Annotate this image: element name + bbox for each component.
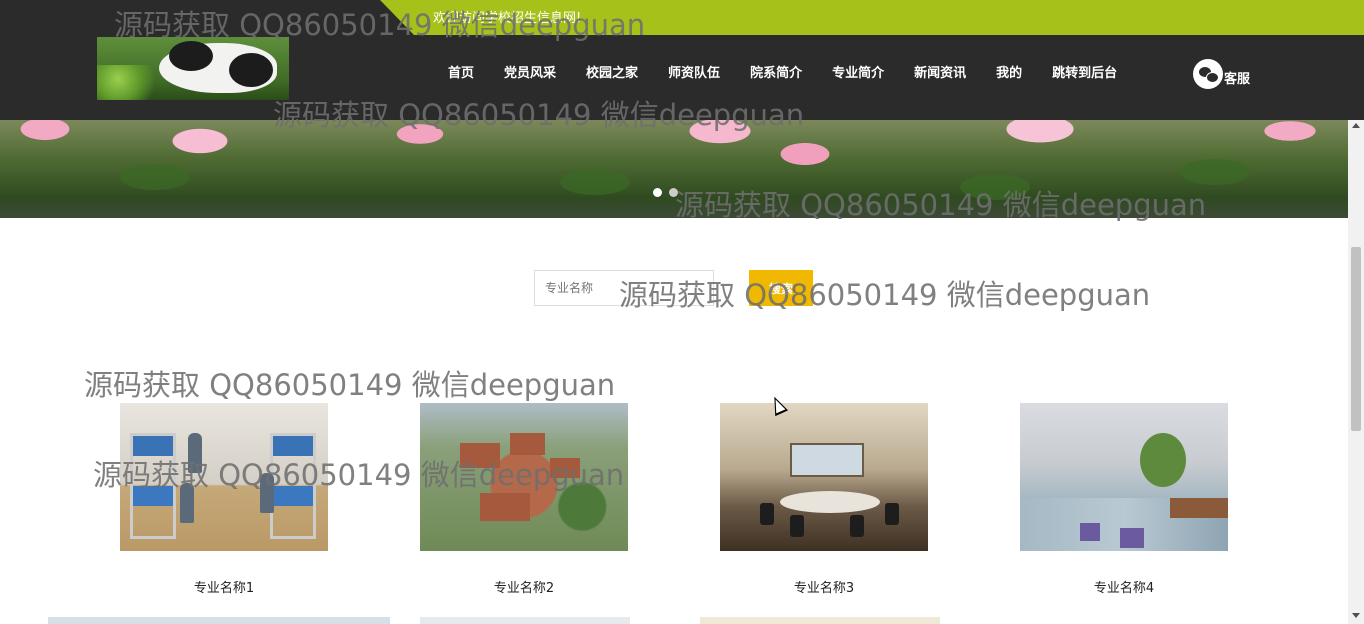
major-card-2[interactable]: 专业名称2: [420, 403, 628, 596]
major-image-3[interactable]: [720, 403, 928, 551]
carousel-dots: [653, 188, 685, 197]
major-search-input[interactable]: [534, 270, 714, 306]
nav-item-party-members[interactable]: 党员风采: [504, 62, 556, 81]
logo-panda-patch: [229, 53, 273, 87]
customer-service-label: 客服: [1224, 72, 1251, 87]
watermark-text: 源码获取 QQ86050149 微信deepguan: [84, 368, 616, 402]
major-title-1[interactable]: 专业名称1: [120, 577, 328, 596]
banner-carousel[interactable]: [0, 119, 1348, 218]
nav-item-departments[interactable]: 院系简介: [750, 62, 802, 81]
banner-leaf: [120, 164, 190, 190]
major-title-2[interactable]: 专业名称2: [420, 577, 628, 596]
main-nav: 首页 党员风采 校园之家 师资队伍 院系简介 专业简介 新闻资讯 我的 跳转到后…: [448, 62, 1147, 81]
carousel-dot-2[interactable]: [669, 188, 678, 197]
nav-item-mine[interactable]: 我的: [996, 62, 1022, 81]
logo-leaves: [97, 65, 167, 100]
major-image-4[interactable]: [1020, 403, 1228, 551]
banner-leaf: [560, 169, 630, 195]
major-title-4[interactable]: 专业名称4: [1020, 577, 1228, 596]
banner-leaf: [960, 174, 1030, 200]
nav-item-admin[interactable]: 跳转到后台: [1052, 62, 1117, 81]
nav-item-home[interactable]: 首页: [448, 62, 474, 81]
major-card-1[interactable]: 专业名称1: [120, 403, 328, 596]
page-scrollbar[interactable]: [1348, 119, 1364, 624]
nav-item-campus[interactable]: 校园之家: [586, 62, 638, 81]
panda-logo-icon[interactable]: [97, 37, 289, 100]
scroll-thumb[interactable]: [1351, 247, 1361, 431]
header-bar: 欢迎访问学校招生信息网! 首页 党员风采 校园之家 师资队伍 院系简介 专业简介…: [0, 0, 1364, 120]
welcome-text: 欢迎访问学校招生信息网!: [433, 11, 582, 26]
major-image-1[interactable]: [120, 403, 328, 551]
nav-item-majors[interactable]: 专业简介: [832, 62, 884, 81]
carousel-dot-1[interactable]: [653, 188, 662, 197]
nav-item-news[interactable]: 新闻资讯: [914, 62, 966, 81]
major-card-4[interactable]: 专业名称4: [1020, 403, 1228, 596]
major-card-3[interactable]: 专业名称3: [720, 403, 928, 596]
next-row-images: [0, 617, 1348, 624]
major-title-3[interactable]: 专业名称3: [720, 577, 928, 596]
customer-service-button[interactable]: 客服: [1193, 59, 1250, 89]
nav-item-faculty[interactable]: 师资队伍: [668, 62, 720, 81]
banner-leaf: [1180, 159, 1250, 185]
logo-panda-patch: [169, 41, 213, 71]
search-button[interactable]: 搜索: [749, 270, 813, 306]
major-image-2[interactable]: [420, 403, 628, 551]
wechat-icon: [1193, 59, 1223, 89]
scroll-up-arrow-icon[interactable]: [1352, 123, 1360, 128]
scroll-down-arrow-icon[interactable]: [1352, 613, 1360, 618]
